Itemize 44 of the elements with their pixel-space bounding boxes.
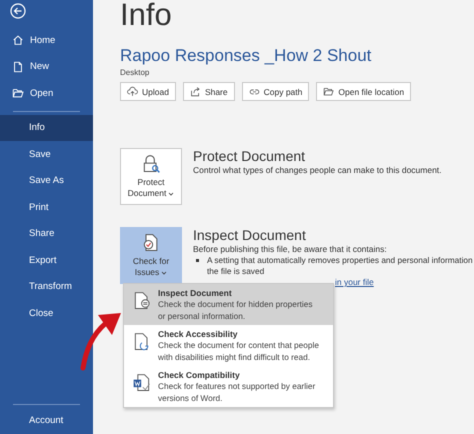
menu-item[interactable]: Check Compatibility Check for features not supported by earlier versions of Word. bbox=[124, 366, 333, 407]
sidebar-item[interactable]: Info bbox=[0, 114, 93, 141]
caret-icon bbox=[168, 192, 174, 196]
action-button[interactable]: Copy path bbox=[242, 82, 310, 101]
menu-item[interactable]: Check Accessibility Check the document for content that people with disabilities might find difficult to read. bbox=[124, 325, 333, 366]
sidebar-item[interactable]: Transform bbox=[0, 274, 93, 300]
sidebar-item[interactable]: Save bbox=[0, 141, 93, 168]
caret-icon bbox=[161, 270, 168, 275]
sidebar-item[interactable]: Open bbox=[0, 80, 93, 106]
sidebar-item[interactable]: Share bbox=[0, 220, 93, 247]
link[interactable]: in your file bbox=[335, 277, 473, 287]
section-button[interactable]: Check for Issues bbox=[120, 227, 182, 284]
sidebar-item[interactable]: Print bbox=[0, 194, 93, 220]
back-icon[interactable] bbox=[10, 3, 26, 19]
section-title: Protect Document bbox=[193, 148, 306, 164]
lock-icon bbox=[141, 154, 161, 174]
share-icon bbox=[190, 86, 201, 97]
bullet-text: A setting that automatically removes properties and personal information bbox=[207, 255, 473, 266]
bullet-icon bbox=[196, 259, 199, 262]
action-button[interactable]: Share bbox=[182, 82, 235, 101]
section-description: Control what types of changes people can make to this document. bbox=[193, 165, 442, 175]
word-compatibility-icon bbox=[132, 372, 152, 394]
menu-item[interactable]: Inspect Document Check the document for hidden properties or personal information. bbox=[124, 284, 333, 325]
action-button[interactable]: Open file location bbox=[316, 82, 412, 101]
document-name: Rapoo Responses _How 2 Shout bbox=[120, 47, 372, 65]
sidebar-item[interactable]: Account bbox=[0, 408, 93, 434]
sidebar-item[interactable]: New bbox=[0, 54, 93, 80]
home-icon bbox=[12, 34, 24, 46]
section-button[interactable]: Protect Document bbox=[120, 148, 182, 205]
document-inspect-icon bbox=[132, 290, 152, 312]
action-button[interactable]: Upload bbox=[120, 82, 176, 101]
document-location: Desktop bbox=[120, 68, 150, 77]
folder-icon bbox=[323, 86, 334, 97]
sidebar-item[interactable]: Save As bbox=[0, 168, 93, 194]
sidebar-item[interactable]: Home bbox=[0, 27, 93, 54]
document-icon bbox=[12, 60, 24, 73]
sidebar-item[interactable]: Close bbox=[0, 300, 93, 326]
bullet-text: the file is saved bbox=[207, 266, 266, 277]
section-description: Before publishing this file, be aware that it contains: bbox=[193, 244, 388, 254]
sidebar-item[interactable]: Export bbox=[0, 247, 93, 274]
cloud-upload-icon bbox=[127, 86, 138, 97]
folder-icon bbox=[12, 87, 24, 100]
page-title: Info bbox=[120, 0, 173, 30]
section-title: Inspect Document bbox=[193, 227, 307, 243]
